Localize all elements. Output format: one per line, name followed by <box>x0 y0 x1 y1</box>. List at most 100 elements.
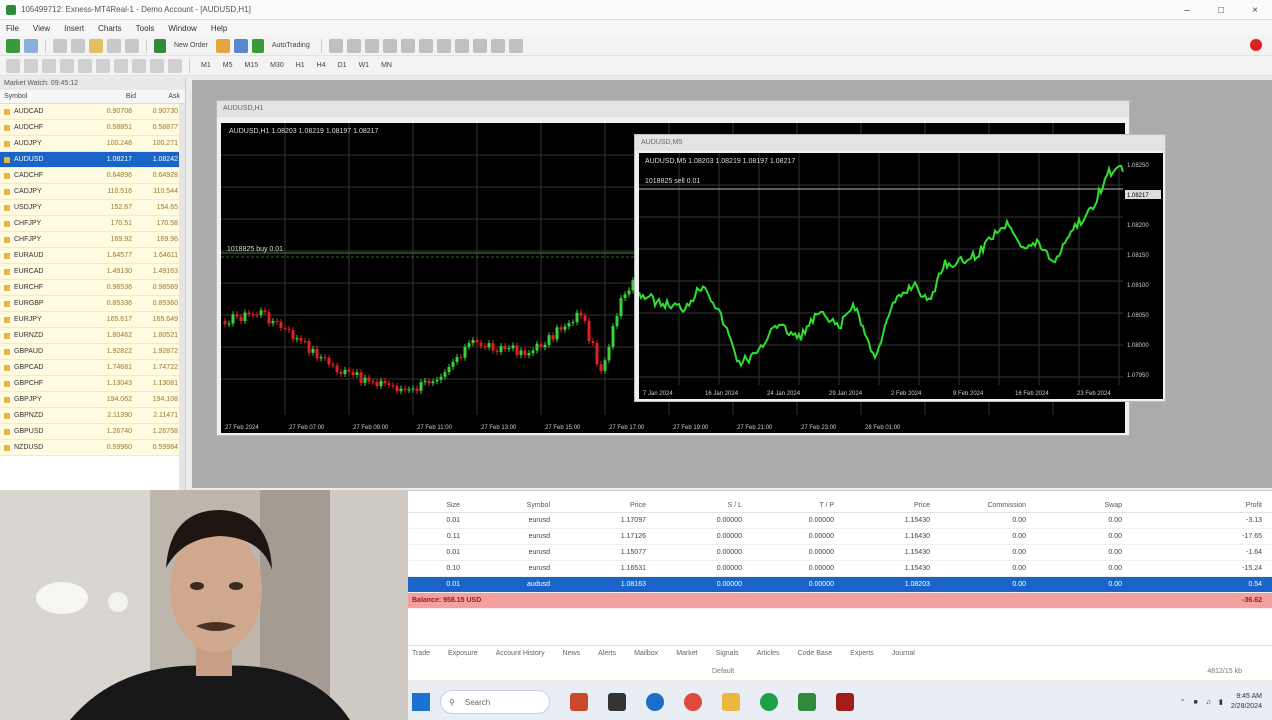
tab-code-base[interactable]: Code Base <box>798 650 833 657</box>
market-watch-row[interactable]: CHFJPY 169.92 169.96 <box>0 232 185 248</box>
market-watch-row[interactable]: USDJPY 152.67 154.65 <box>0 200 185 216</box>
tab-market[interactable]: Market <box>676 650 697 657</box>
taskbar-search[interactable]: ⚲ Search <box>440 690 550 714</box>
tile-windows-icon[interactable] <box>418 38 433 53</box>
market-watch-row[interactable]: GBPNZD 2.11390 2.11471 <box>0 408 185 424</box>
column-ask[interactable]: Ask <box>136 93 180 100</box>
market-watch-row[interactable]: EURCAD 1.49130 1.49163 <box>0 264 185 280</box>
cursor-icon[interactable] <box>6 58 20 73</box>
text-icon[interactable] <box>132 58 146 73</box>
market-watch-row[interactable]: AUDCHF 0.58851 0.58877 <box>0 120 185 136</box>
market-watch-row[interactable]: NZDUSD 0.59960 0.59984 <box>0 440 185 456</box>
chart-window-detail[interactable]: AUDUSD,M5 AUDUSD,M5 1.08203 1.08219 1.08… <box>634 134 1166 402</box>
terminal-icon[interactable] <box>107 38 121 53</box>
line-chart-icon[interactable] <box>364 38 379 53</box>
market-watch-row[interactable]: GBPJPY 194.062 194.108 <box>0 392 185 408</box>
market-watch-row[interactable]: AUDJPY 100.248 100.271 <box>0 136 185 152</box>
widgets-icon[interactable] <box>570 693 588 711</box>
notification-icon[interactable] <box>1250 39 1262 51</box>
arrows-icon[interactable] <box>168 58 182 73</box>
market-watch-row[interactable]: EURNZD 1.80462 1.80521 <box>0 328 185 344</box>
column-sl[interactable]: S / L <box>646 502 742 509</box>
metaeditor-icon[interactable] <box>215 38 230 53</box>
market-watch-row[interactable]: CADJPY 110.516 110.544 <box>0 184 185 200</box>
tester-icon[interactable] <box>125 38 139 53</box>
timeframe-m15[interactable]: M15 <box>244 62 258 69</box>
timeframe-w1[interactable]: W1 <box>359 62 370 69</box>
channel-icon[interactable] <box>96 58 110 73</box>
fibonacci-icon[interactable] <box>114 58 128 73</box>
close-icon[interactable]: × <box>1238 0 1272 20</box>
timeframe-mn[interactable]: MN <box>381 62 392 69</box>
zoom-in-icon[interactable] <box>382 38 397 53</box>
file-explorer-icon[interactable] <box>722 693 740 711</box>
tab-mailbox[interactable]: Mailbox <box>634 650 658 657</box>
data-window-icon[interactable] <box>71 38 85 53</box>
menu-help[interactable]: Help <box>211 24 227 33</box>
chrome-icon[interactable] <box>684 693 702 711</box>
periods-icon[interactable] <box>490 38 505 53</box>
tab-trade[interactable]: Trade <box>412 650 430 657</box>
market-watch-row[interactable]: AUDUSD 1.08217 1.08242 <box>0 152 185 168</box>
timeframe-d1[interactable]: D1 <box>338 62 347 69</box>
timeframe-h1[interactable]: H1 <box>296 62 305 69</box>
battery-icon[interactable]: ▮ <box>1219 698 1223 706</box>
tab-experts[interactable]: Experts <box>850 650 874 657</box>
text-label-icon[interactable] <box>150 58 164 73</box>
column-symbol[interactable]: Symbol <box>460 502 550 509</box>
maximize-icon[interactable]: □ <box>1204 0 1238 20</box>
market-watch-row[interactable]: GBPUSD 1.26740 1.26758 <box>0 424 185 440</box>
menu-window[interactable]: Window <box>168 24 196 33</box>
column-bid[interactable]: Bid <box>86 93 136 100</box>
market-watch-row[interactable]: CADCHF 0.64896 0.64928 <box>0 168 185 184</box>
indicators-icon[interactable] <box>472 38 487 53</box>
order-row[interactable]: 0.11 eurusd 1.17126 0.00000 0.00000 1.16430 0.… <box>408 529 1272 545</box>
column-size[interactable]: Size <box>408 502 460 509</box>
market-watch-scrollbar[interactable] <box>179 104 185 490</box>
vertical-line-icon[interactable] <box>42 58 56 73</box>
market-watch-row[interactable]: EURGBP 0.85336 0.85360 <box>0 296 185 312</box>
detail-chart-canvas[interactable]: AUDUSD,M5 1.08203 1.08219 1.08197 1.0821… <box>639 153 1163 399</box>
menu-view[interactable]: View <box>33 24 50 33</box>
column-profit[interactable]: Profit <box>1122 502 1262 509</box>
trendline-icon[interactable] <box>78 58 92 73</box>
options-icon[interactable] <box>233 38 248 53</box>
menu-insert[interactable]: Insert <box>64 24 84 33</box>
chart-shift-icon[interactable] <box>436 38 451 53</box>
market-watch-row[interactable]: EURCHF 0.96536 0.96569 <box>0 280 185 296</box>
timeframe-m1[interactable]: M1 <box>201 62 211 69</box>
autoscroll-icon[interactable] <box>454 38 469 53</box>
market-watch-row[interactable]: CHFJPY 170.51 170.58 <box>0 216 185 232</box>
zoom-out-icon[interactable] <box>400 38 415 53</box>
whatsapp-icon[interactable] <box>760 693 778 711</box>
bar-chart-icon[interactable] <box>328 38 343 53</box>
timeframe-h4[interactable]: H4 <box>317 62 326 69</box>
column-swap[interactable]: Swap <box>1026 502 1122 509</box>
new-chart-icon[interactable] <box>6 38 20 53</box>
recording-app-icon[interactable] <box>836 693 854 711</box>
tab-news[interactable]: News <box>563 650 581 657</box>
market-watch-row[interactable]: AUDCAD 0.90708 0.90730 <box>0 104 185 120</box>
market-watch-row[interactable]: GBPAUD 1.92822 1.92872 <box>0 344 185 360</box>
task-view-icon[interactable] <box>608 693 626 711</box>
profiles-icon[interactable] <box>24 38 38 53</box>
edge-icon[interactable] <box>646 693 664 711</box>
minimize-icon[interactable]: – <box>1170 0 1204 20</box>
crosshair-icon[interactable] <box>24 58 38 73</box>
candlestick-icon[interactable] <box>346 38 361 53</box>
volume-icon[interactable]: ♫ <box>1206 699 1211 706</box>
auto-trading-icon[interactable] <box>251 38 264 53</box>
market-watch-row[interactable]: EURAUD 1.64577 1.64611 <box>0 248 185 264</box>
menu-charts[interactable]: Charts <box>98 24 122 33</box>
timeframe-m30[interactable]: M30 <box>270 62 284 69</box>
column-symbol[interactable]: Symbol <box>0 93 86 100</box>
market-watch-icon[interactable] <box>53 38 67 53</box>
navigator-icon[interactable] <box>89 38 103 53</box>
tab-account-history[interactable]: Account History <box>496 650 545 657</box>
detail-price-chart[interactable]: AUDUSD,M5 1.08203 1.08219 1.08197 1.0821… <box>639 153 1163 399</box>
column-tp[interactable]: T / P <box>742 502 834 509</box>
auto-trading-button[interactable]: AutoTrading <box>272 42 310 49</box>
order-row[interactable]: 0.01 eurusd 1.17097 0.00000 0.00000 1.15430 0.… <box>408 513 1272 529</box>
order-row[interactable]: 0.01 audusd 1.08163 0.00000 0.00000 1.08203 0.… <box>408 577 1272 593</box>
market-watch-row[interactable]: GBPCHF 1.13043 1.13081 <box>0 376 185 392</box>
